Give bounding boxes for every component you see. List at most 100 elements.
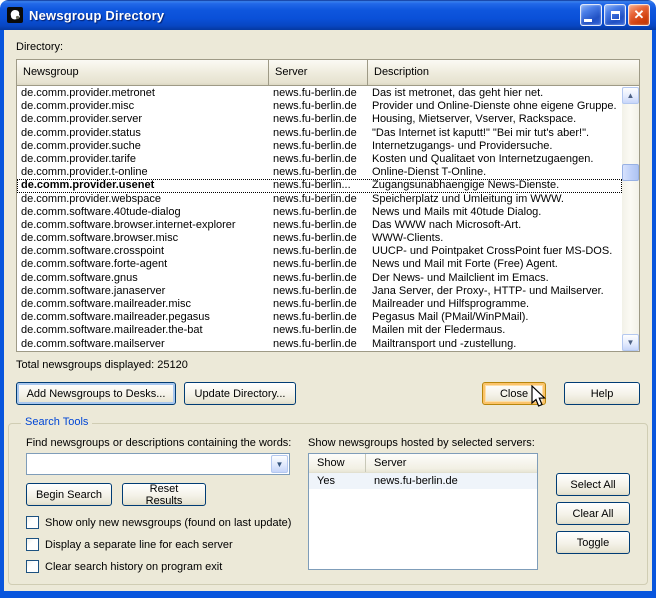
- cell-newsgroup: de.comm.provider.usenet: [17, 179, 269, 192]
- close-icon: ✕: [634, 7, 645, 23]
- cell-newsgroup: de.comm.provider.tarife: [17, 153, 269, 166]
- cell-server: news.fu-berlin.de: [269, 258, 368, 271]
- title-bar[interactable]: Newsgroup Directory ✕: [0, 0, 656, 30]
- clear-history-checkbox[interactable]: [26, 560, 39, 573]
- column-header-show[interactable]: Show: [309, 454, 365, 472]
- cell-description: Mailen mit der Fledermaus.: [368, 324, 622, 337]
- cell-server: news.fu-berlin.de: [269, 232, 368, 245]
- hosted-servers-label: Show newsgroups hosted by selected serve…: [308, 437, 535, 449]
- column-header-server-name[interactable]: Server: [365, 454, 537, 472]
- cell-server: news.fu-berlin.de: [269, 324, 368, 337]
- help-button[interactable]: Help: [564, 382, 640, 405]
- scroll-up-button[interactable]: ▲: [622, 87, 639, 104]
- cell-description: Das WWW nach Microsoft-Art.: [368, 219, 622, 232]
- vertical-scrollbar[interactable]: ▲ ▼: [622, 87, 639, 351]
- checkbox-row-separate-line: Display a separate line for each server: [26, 538, 233, 551]
- window-title: Newsgroup Directory: [29, 8, 164, 23]
- newsgroup-row[interactable]: de.comm.provider.tarifenews.fu-berlin.de…: [17, 153, 622, 166]
- cell-newsgroup: de.comm.software.mailreader.the-bat: [17, 324, 269, 337]
- newsgroup-row[interactable]: de.comm.software.mailreader.pegasusnews.…: [17, 311, 622, 324]
- newsgroup-row[interactable]: de.comm.software.crosspointnews.fu-berli…: [17, 245, 622, 258]
- newsgroup-row[interactable]: de.comm.software.browser.miscnews.fu-ber…: [17, 232, 622, 245]
- cell-server: news.fu-berlin.de: [365, 473, 537, 489]
- total-newsgroups-label: Total newsgroups displayed: 25120: [16, 359, 188, 371]
- cell-server: news.fu-berlin.de: [269, 100, 368, 113]
- close-window-button[interactable]: ✕: [628, 4, 650, 26]
- combobox-dropdown-button[interactable]: ▼: [271, 455, 288, 473]
- search-words-input[interactable]: [27, 454, 270, 474]
- begin-search-button[interactable]: Begin Search: [26, 483, 112, 506]
- show-only-new-checkbox[interactable]: [26, 516, 39, 529]
- clear-all-button[interactable]: Clear All: [556, 502, 630, 525]
- scroll-down-button[interactable]: ▼: [622, 334, 639, 351]
- cell-description: News und Mails mit 40tude Dialog.: [368, 206, 622, 219]
- cell-newsgroup: de.comm.software.browser.internet-explor…: [17, 219, 269, 232]
- scrollbar-thumb[interactable]: [622, 164, 639, 181]
- newsgroup-row[interactable]: de.comm.provider.webspacenews.fu-berlin.…: [17, 193, 622, 206]
- cell-newsgroup: de.comm.software.gnus: [17, 272, 269, 285]
- newsgroup-row[interactable]: de.comm.software.forte-agentnews.fu-berl…: [17, 258, 622, 271]
- column-header-description[interactable]: Description: [368, 60, 639, 85]
- directory-label: Directory:: [16, 41, 63, 53]
- cell-newsgroup: de.comm.software.mailserver: [17, 338, 269, 351]
- add-newsgroups-button[interactable]: Add Newsgroups to Desks...: [16, 382, 176, 405]
- cell-description: Das ist metronet, das geht hier net.: [368, 87, 622, 100]
- cell-description: Speicherplatz und Umleitung im WWW.: [368, 193, 622, 206]
- newsgroup-row[interactable]: de.comm.software.mailservernews.fu-berli…: [17, 338, 622, 351]
- newsgroup-row[interactable]: de.comm.provider.servernews.fu-berlin.de…: [17, 113, 622, 126]
- cell-description: WWW-Clients.: [368, 232, 622, 245]
- cell-server: news.fu-berlin.de: [269, 127, 368, 140]
- cell-newsgroup: de.comm.software.forte-agent: [17, 258, 269, 271]
- cell-server: news.fu-berlin...: [269, 179, 368, 192]
- column-header-server[interactable]: Server: [269, 60, 368, 85]
- column-header-newsgroup[interactable]: Newsgroup: [17, 60, 269, 85]
- cell-server: news.fu-berlin.de: [269, 311, 368, 324]
- server-list-header: Show Server: [309, 454, 537, 473]
- cell-newsgroup: de.comm.provider.status: [17, 127, 269, 140]
- cell-description: Jana Server, der Proxy-, HTTP- und Mails…: [368, 285, 622, 298]
- cell-description: Provider und Online-Dienste ohne eigene …: [368, 100, 622, 113]
- maximize-button[interactable]: [604, 4, 626, 26]
- cell-description: Mailreader und Hilfsprogramme.: [368, 298, 622, 311]
- mouse-cursor: [530, 385, 548, 409]
- separate-line-label: Display a separate line for each server: [45, 539, 233, 551]
- cell-newsgroup: de.comm.software.40tude-dialog: [17, 206, 269, 219]
- cell-description: Online-Dienst T-Online.: [368, 166, 622, 179]
- cell-description: Pegasus Mail (PMail/WinPMail).: [368, 311, 622, 324]
- show-only-new-label: Show only new newsgroups (found on last …: [45, 517, 291, 529]
- newsgroup-row[interactable]: de.comm.provider.miscnews.fu-berlin.dePr…: [17, 100, 622, 113]
- cell-description: Zugangsunabhaengige News-Dienste.: [368, 179, 622, 192]
- newsgroup-row[interactable]: de.comm.software.40tude-dialognews.fu-be…: [17, 206, 622, 219]
- search-words-combobox[interactable]: ▼: [26, 453, 290, 475]
- newsgroup-row[interactable]: de.comm.software.mailreader.miscnews.fu-…: [17, 298, 622, 311]
- cell-newsgroup: de.comm.provider.metronet: [17, 87, 269, 100]
- newsgroup-row[interactable]: de.comm.provider.statusnews.fu-berlin.de…: [17, 127, 622, 140]
- newsgroup-row[interactable]: de.comm.provider.suchenews.fu-berlin.deI…: [17, 140, 622, 153]
- update-directory-button[interactable]: Update Directory...: [184, 382, 296, 405]
- newsgroup-row[interactable]: de.comm.software.gnusnews.fu-berlin.deDe…: [17, 272, 622, 285]
- newsgroup-row[interactable]: de.comm.provider.t-onlinenews.fu-berlin.…: [17, 166, 622, 179]
- cell-newsgroup: de.comm.software.browser.misc: [17, 232, 269, 245]
- newsgroup-row[interactable]: de.comm.provider.metronetnews.fu-berlin.…: [17, 87, 622, 100]
- toggle-button[interactable]: Toggle: [556, 531, 630, 554]
- select-all-button[interactable]: Select All: [556, 473, 630, 496]
- server-row[interactable]: Yesnews.fu-berlin.de: [309, 473, 537, 489]
- cell-description: Der News- und Mailclient im Emacs.: [368, 272, 622, 285]
- minimize-icon: [584, 19, 592, 22]
- newsgroup-row[interactable]: de.comm.software.browser.internet-explor…: [17, 219, 622, 232]
- cell-newsgroup: de.comm.provider.misc: [17, 100, 269, 113]
- cell-server: news.fu-berlin.de: [269, 272, 368, 285]
- minimize-button[interactable]: [580, 4, 602, 26]
- checkbox-row-new-newsgroups: Show only new newsgroups (found on last …: [26, 516, 291, 529]
- separate-line-checkbox[interactable]: [26, 538, 39, 551]
- newsgroup-row[interactable]: de.comm.software.janaservernews.fu-berli…: [17, 285, 622, 298]
- reset-results-button[interactable]: Reset Results: [122, 483, 206, 506]
- cell-newsgroup: de.comm.provider.webspace: [17, 193, 269, 206]
- list-header: Newsgroup Server Description: [17, 60, 639, 86]
- newsgroup-list: Newsgroup Server Description de.comm.pro…: [16, 59, 640, 352]
- cell-newsgroup: de.comm.software.mailreader.misc: [17, 298, 269, 311]
- newsgroup-row[interactable]: de.comm.software.mailreader.the-batnews.…: [17, 324, 622, 337]
- newsgroup-row[interactable]: de.comm.provider.usenetnews.fu-berlin...…: [17, 179, 622, 192]
- cell-newsgroup: de.comm.provider.suche: [17, 140, 269, 153]
- cell-server: news.fu-berlin.de: [269, 285, 368, 298]
